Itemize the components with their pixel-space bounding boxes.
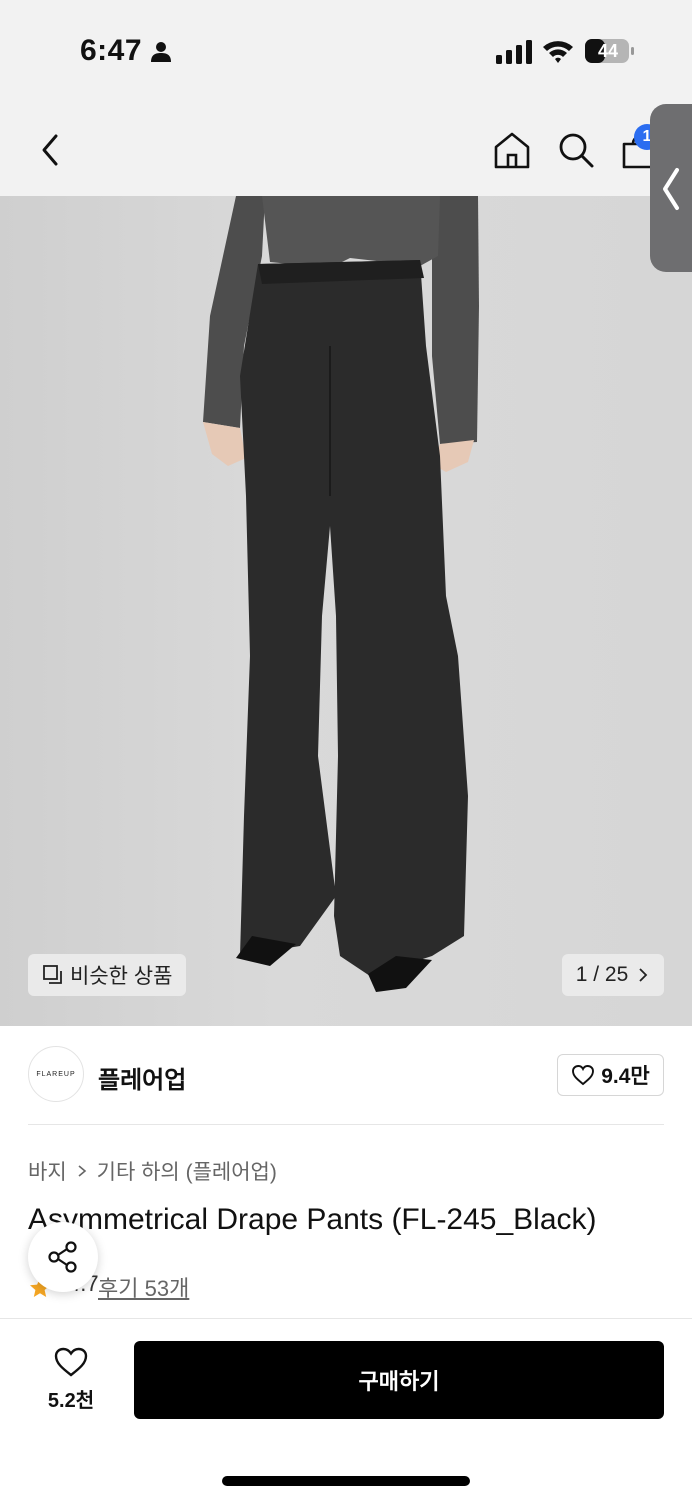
buy-button-label: 구매하기: [358, 1369, 440, 1394]
top-navigation: [0, 100, 692, 196]
battery-level: 44: [597, 41, 619, 61]
buy-button[interactable]: 구매하기: [134, 1341, 664, 1419]
wishlist-button[interactable]: 5.2천: [30, 1342, 112, 1420]
status-bar: 6:47 44: [0, 0, 692, 100]
brand-like-count: 9.4만: [601, 1065, 650, 1088]
chevron-right-icon: [78, 1165, 86, 1177]
brand-like-button[interactable]: 9.4만: [557, 1054, 664, 1096]
chevron-left-icon: [663, 168, 679, 210]
product-image-carousel[interactable]: 비슷한 상품 1 / 25: [0, 196, 692, 1026]
breadcrumb-item-subcategory[interactable]: 기타 하의 (플레어업): [97, 1156, 277, 1186]
similar-products-label: 비슷한 상품: [70, 965, 173, 988]
similar-products-icon: [43, 965, 62, 984]
breadcrumb: 바지 기타 하의 (플레어업): [28, 1156, 277, 1186]
search-icon[interactable]: [556, 130, 596, 170]
image-page-counter[interactable]: 1 / 25: [562, 954, 664, 996]
chevron-right-icon: [639, 968, 648, 982]
product-title: Asymmetrical Drape Pants (FL-245_Black): [28, 1203, 597, 1236]
breadcrumb-item-category[interactable]: 바지: [28, 1156, 67, 1186]
product-photo: [203, 196, 479, 992]
review-count-link[interactable]: 후기 53개: [98, 1271, 189, 1303]
wifi-icon: [543, 41, 573, 63]
back-arrow-icon[interactable]: [36, 130, 64, 170]
brand-logo-text: FLAREUP: [36, 1070, 76, 1078]
bottom-bar-divider: [0, 1318, 692, 1319]
page-counter-label: 1 / 25: [575, 963, 629, 986]
side-panel-handle[interactable]: [650, 104, 692, 272]
share-button[interactable]: [28, 1222, 98, 1292]
heart-icon: [54, 1347, 88, 1377]
status-time: 6:47: [80, 34, 143, 67]
person-icon: [151, 42, 171, 62]
similar-products-button[interactable]: 비슷한 상품: [28, 954, 186, 996]
wishlist-count: 5.2천: [47, 1390, 95, 1412]
brand-logo[interactable]: FLAREUP: [28, 1046, 84, 1102]
cellular-signal-icon: [496, 40, 532, 64]
share-icon: [48, 1241, 77, 1273]
brand-name[interactable]: 플레어업: [98, 1060, 186, 1095]
home-indicator[interactable]: [222, 1476, 470, 1486]
heart-icon: [572, 1065, 595, 1086]
section-divider: [28, 1124, 664, 1125]
home-icon[interactable]: [492, 130, 532, 170]
